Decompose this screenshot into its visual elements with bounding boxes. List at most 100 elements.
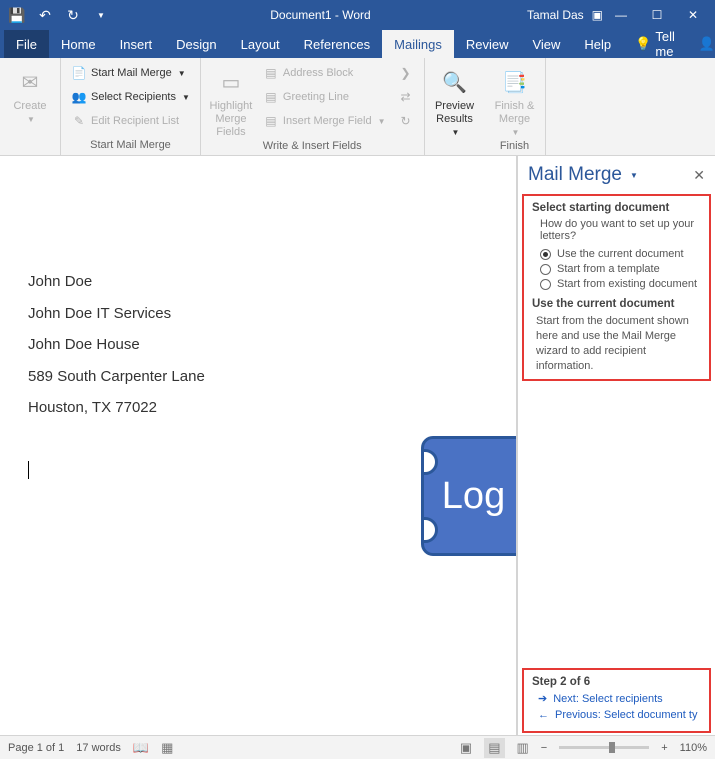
ribbon-tabs: File Home Insert Design Layout Reference…	[0, 30, 715, 58]
tab-insert[interactable]: Insert	[108, 30, 165, 58]
chevron-down-icon[interactable]: ▼	[630, 171, 638, 180]
document-icon: 📄	[71, 65, 87, 81]
preview-results-button[interactable]: 🔍 Preview Results▼	[431, 62, 479, 140]
close-button[interactable]: ✕	[675, 0, 711, 30]
envelope-icon: ✉	[14, 66, 46, 98]
mail-merge-taskpane: Mail Merge▼ ✕ Select starting document H…	[517, 156, 715, 735]
pane-section-start: Select starting document How do you want…	[522, 194, 711, 381]
sub-heading: Use the current document	[532, 298, 701, 310]
doc-line[interactable]: John Doe	[28, 266, 472, 298]
user-name[interactable]: Tamal Das	[527, 8, 584, 22]
radio-template[interactable]: Start from a template	[540, 263, 701, 275]
match-icon: ⇄	[398, 89, 414, 105]
arrow-left-icon: ←	[538, 709, 549, 721]
zoom-slider[interactable]	[559, 746, 649, 749]
tab-design[interactable]: Design	[164, 30, 228, 58]
zoom-level[interactable]: 110%	[680, 742, 707, 754]
share-icon: 👤	[699, 36, 715, 52]
create-button[interactable]: ✉ Create▼	[6, 62, 54, 140]
address-icon: ▤	[263, 65, 279, 81]
pane-section-step: Step 2 of 6 ➔Next: Select recipients ←Pr…	[522, 668, 711, 733]
group-label-finish: Finish	[491, 140, 539, 154]
word-count[interactable]: 17 words	[76, 742, 121, 754]
zoom-in-button[interactable]: +	[661, 742, 667, 754]
web-layout-icon[interactable]: ▥	[517, 740, 529, 756]
tab-share[interactable]: 👤Share	[687, 30, 715, 58]
radio-existing[interactable]: Start from existing document	[540, 278, 701, 290]
section-heading: Select starting document	[532, 202, 701, 214]
highlight-icon: ▭	[215, 66, 247, 98]
rules-button[interactable]: ❯	[394, 62, 418, 84]
section-question: How do you want to set up your letters?	[540, 218, 701, 242]
finish-icon: 📑	[499, 66, 531, 98]
edit-list-icon: ✎	[71, 113, 87, 129]
group-label-preview	[431, 140, 479, 154]
group-label-smm: Start Mail Merge	[67, 139, 194, 153]
status-bar: Page 1 of 1 17 words 📖 ▦ ▣ ▤ ▥ − + 110%	[0, 735, 715, 759]
preview-icon: 🔍	[439, 66, 471, 98]
text-cursor	[28, 461, 29, 479]
update-icon: ↻	[398, 113, 414, 129]
radio-icon	[540, 264, 551, 275]
macro-icon[interactable]: ▦	[161, 740, 173, 756]
start-mail-merge-button[interactable]: 📄Start Mail Merge▼	[67, 62, 194, 84]
group-label-write: Write & Insert Fields	[207, 140, 418, 154]
highlight-merge-fields-button[interactable]: ▭ Highlight Merge Fields	[207, 62, 255, 140]
tab-view[interactable]: View	[520, 30, 572, 58]
next-step-link[interactable]: ➔Next: Select recipients	[538, 692, 701, 705]
select-recipients-button[interactable]: 👥Select Recipients▼	[67, 86, 194, 108]
doc-line[interactable]: John Doe House	[28, 329, 472, 361]
step-label: Step 2 of 6	[532, 676, 701, 688]
document-viewport[interactable]: John Doe John Doe IT Services John Doe H…	[0, 156, 517, 735]
qat-dropdown[interactable]: ▼	[88, 2, 114, 28]
spellcheck-icon[interactable]: 📖	[133, 740, 149, 756]
tab-references[interactable]: References	[292, 30, 382, 58]
lightbulb-icon: 💡	[635, 36, 651, 52]
tab-layout[interactable]: Layout	[229, 30, 292, 58]
quick-access-toolbar: 💾 ↶ ↻ ▼	[4, 2, 114, 28]
sub-description: Start from the document shown here and u…	[536, 314, 701, 373]
read-mode-icon[interactable]: ▣	[460, 740, 472, 756]
finish-merge-button[interactable]: 📑 Finish & Merge▼	[491, 62, 539, 140]
ribbon: ✉ Create▼ 📄Start Mail Merge▼ 👥Select Rec…	[0, 58, 715, 156]
page-info[interactable]: Page 1 of 1	[8, 742, 64, 754]
group-create: ✉ Create▼	[0, 58, 61, 155]
edit-recipient-list-button[interactable]: ✎Edit Recipient List	[67, 110, 194, 132]
arrow-right-icon: ➔	[538, 692, 547, 705]
undo-button[interactable]: ↶	[32, 2, 58, 28]
tab-home[interactable]: Home	[49, 30, 108, 58]
tab-review[interactable]: Review	[454, 30, 521, 58]
ribbon-display-icon[interactable]: ▣	[592, 8, 603, 22]
radio-icon	[540, 249, 551, 260]
radio-icon	[540, 279, 551, 290]
greeting-icon: ▤	[263, 89, 279, 105]
logo-placeholder[interactable]: Log	[421, 436, 517, 556]
radio-use-current[interactable]: Use the current document	[540, 248, 701, 260]
group-preview: 🔍 Preview Results▼	[425, 58, 485, 155]
group-finish: 📑 Finish & Merge▼ Finish	[485, 58, 546, 155]
address-block-button[interactable]: ▤Address Block	[259, 62, 390, 84]
tab-file[interactable]: File	[4, 30, 49, 58]
taskpane-close-button[interactable]: ✕	[693, 167, 705, 184]
redo-button[interactable]: ↻	[60, 2, 86, 28]
match-fields-button[interactable]: ⇄	[394, 86, 418, 108]
people-icon: 👥	[71, 89, 87, 105]
doc-line[interactable]: Houston, TX 77022	[28, 392, 472, 424]
doc-line[interactable]: John Doe IT Services	[28, 298, 472, 330]
tab-help[interactable]: Help	[572, 30, 623, 58]
tab-mailings[interactable]: Mailings	[382, 30, 454, 58]
update-labels-button[interactable]: ↻	[394, 110, 418, 132]
rules-icon: ❯	[398, 65, 414, 81]
tab-tellme[interactable]: 💡Tell me	[623, 30, 687, 58]
minimize-button[interactable]: —	[603, 0, 639, 30]
prev-step-link[interactable]: ←Previous: Select document ty	[538, 709, 701, 721]
maximize-button[interactable]: ☐	[639, 0, 675, 30]
save-button[interactable]: 💾	[4, 2, 30, 28]
print-layout-icon[interactable]: ▤	[484, 738, 504, 758]
doc-line[interactable]: 589 South Carpenter Lane	[28, 361, 472, 393]
taskpane-title: Mail Merge▼	[528, 164, 638, 186]
insert-merge-field-button[interactable]: ▤Insert Merge Field▼	[259, 110, 390, 132]
content-area: John Doe John Doe IT Services John Doe H…	[0, 156, 715, 735]
zoom-out-button[interactable]: −	[541, 742, 547, 754]
greeting-line-button[interactable]: ▤Greeting Line	[259, 86, 390, 108]
